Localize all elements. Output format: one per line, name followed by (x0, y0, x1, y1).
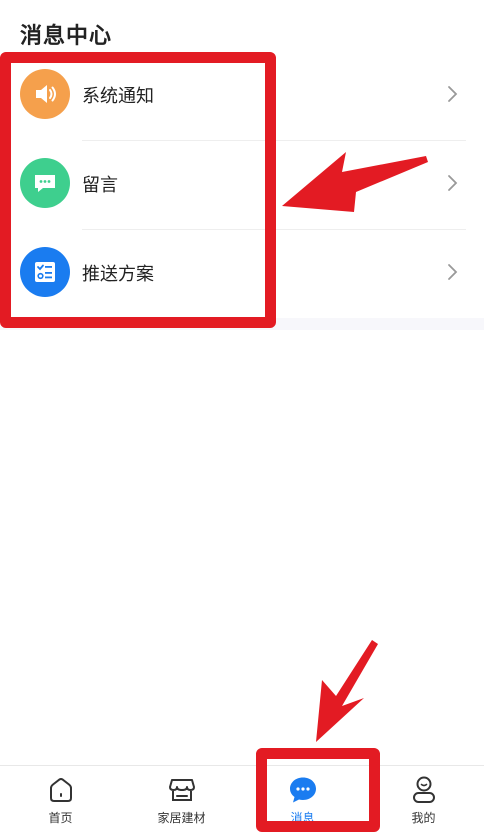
chevron-right-icon (448, 86, 458, 102)
tab-label: 首页 (48, 811, 73, 825)
tab-profile[interactable]: 我的 (363, 766, 484, 832)
tab-label: 我的 (411, 811, 436, 825)
chevron-right-icon (448, 175, 458, 191)
profile-icon (409, 775, 439, 805)
page-title: 消息中心 (20, 24, 113, 49)
tab-home-building-materials[interactable]: 家居建材 (121, 766, 242, 832)
highlight-box (0, 52, 276, 328)
arrow-icon (282, 152, 428, 212)
bottom-tab-bar: 首页 家居建材 消息 我的 (0, 765, 484, 832)
tab-label: 家居建材 (157, 811, 206, 825)
chevron-right-icon (448, 264, 458, 280)
tab-home[interactable]: 首页 (0, 766, 121, 832)
store-icon (167, 775, 197, 805)
home-icon (46, 775, 76, 805)
highlight-box (256, 748, 380, 832)
arrow-icon (316, 640, 378, 742)
